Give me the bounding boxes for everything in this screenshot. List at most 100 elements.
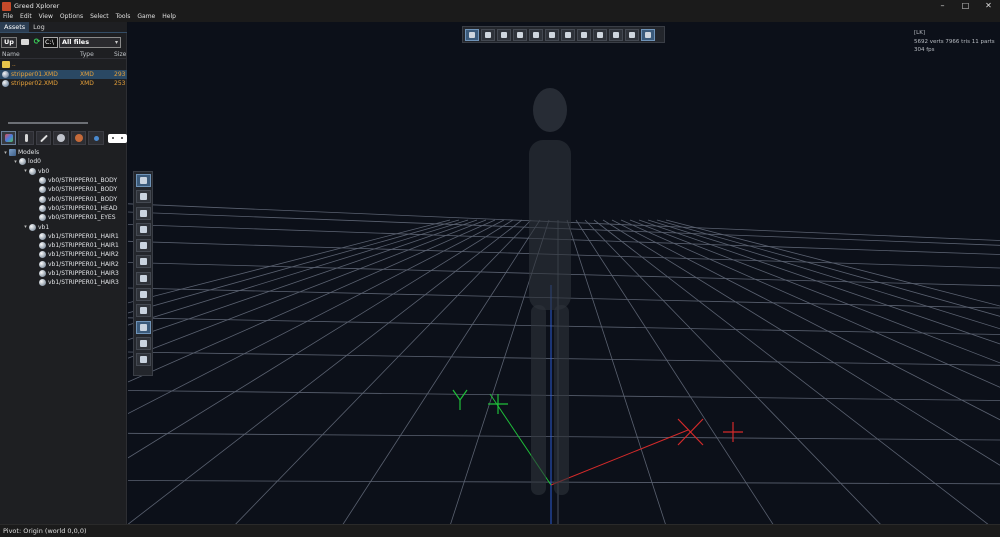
tree-node-label: vb1/STRIPPER01_HAIR3 — [48, 270, 119, 277]
expand-arrow-icon[interactable]: ▾ — [2, 150, 9, 156]
tree-node-label: vb1/STRIPPER01_HAIR2 — [48, 251, 119, 259]
drive-selector[interactable]: C:\ — [43, 36, 58, 48]
menu-bar: File Edit View Options Select Tools Game… — [0, 12, 1000, 22]
scale-button[interactable] — [135, 239, 151, 253]
node-icon — [39, 186, 46, 194]
expand-arrow-icon[interactable]: ▾ — [22, 224, 29, 230]
mesh-icon — [2, 70, 9, 78]
column-type[interactable]: Type — [80, 50, 114, 58]
tree-node[interactable]: vb1/STRIPPER01_HAIR3 — [0, 278, 127, 287]
tab-assets[interactable]: Assets — [0, 22, 30, 32]
cube-button[interactable] — [135, 190, 151, 204]
folder-icon — [2, 61, 10, 69]
3d-viewport[interactable]: [LK] 5692 verts 7966 tris 11 parts 304 f… — [128, 22, 1000, 524]
tree-node[interactable]: vb1/STRIPPER01_HAIR2 — [0, 250, 127, 259]
menu-file[interactable]: File — [3, 12, 13, 22]
tree-node[interactable]: vb0/STRIPPER01_HEAD — [0, 204, 127, 213]
tree-node[interactable]: ▾ vb1 — [0, 222, 127, 231]
grid-line — [128, 219, 460, 314]
tree-node[interactable]: vb0/STRIPPER01_BODY — [0, 185, 127, 194]
tree-node[interactable]: vb1/STRIPPER01_HAIR3 — [0, 269, 127, 278]
menu-select[interactable]: Select — [90, 12, 109, 22]
checker-button[interactable] — [577, 28, 591, 41]
tree-node[interactable]: vb0/STRIPPER01_EYES — [0, 213, 127, 222]
panel-splitter[interactable] — [8, 122, 88, 124]
export-button[interactable] — [641, 28, 655, 41]
textures-tab[interactable] — [70, 131, 87, 145]
grid-button[interactable] — [609, 28, 623, 41]
wireframe-button[interactable] — [593, 28, 607, 41]
color-button[interactable] — [135, 353, 151, 367]
tree-node[interactable]: vb1/STRIPPER01_HAIR1 — [0, 232, 127, 241]
expand-arrow-icon[interactable]: ▾ — [22, 168, 29, 174]
scene-tree: ▾ Models ▾ lod0 ▾ vb0 vb0/STRIPPER01_BODY vb0/S… — [0, 148, 127, 287]
left-panel: Assets Log Up ⟳ C:\ All files ▾ Name Typ… — [0, 22, 128, 524]
file-row-parent[interactable]: .. — [0, 60, 127, 70]
node-icon — [39, 251, 46, 259]
tree-node[interactable]: vb0/STRIPPER01_BODY — [0, 176, 127, 185]
redo-button[interactable] — [135, 304, 151, 318]
tree-node[interactable]: ▾ vb0 — [0, 167, 127, 176]
file-size: 253 — [114, 80, 126, 88]
shade-button[interactable] — [497, 28, 511, 41]
minimize-button[interactable]: – — [931, 0, 954, 12]
redo-icon — [139, 307, 147, 315]
node-icon — [39, 270, 46, 277]
material-button[interactable] — [529, 28, 543, 41]
up-button[interactable]: Up — [1, 36, 17, 48]
file-row[interactable]: stripper01.XMD XMD 293 — [0, 69, 127, 79]
menu-tools[interactable]: Tools — [116, 12, 131, 22]
rotate-button[interactable] — [135, 222, 151, 236]
refresh-icon[interactable]: ⟳ — [32, 37, 42, 48]
preview-tab[interactable] — [88, 131, 104, 145]
screenshot-button[interactable] — [135, 174, 151, 187]
folder-open-icon[interactable] — [20, 37, 30, 48]
light-button[interactable] — [545, 28, 559, 41]
tab-log[interactable]: Log — [29, 22, 49, 32]
node-icon — [39, 279, 46, 287]
sphere-button[interactable] — [481, 28, 495, 41]
menu-view[interactable]: View — [39, 12, 53, 22]
lighting-button[interactable] — [561, 28, 575, 41]
tree-node[interactable]: ▾ Models — [0, 148, 127, 157]
expand-arrow-icon[interactable]: ▾ — [12, 159, 19, 165]
tree-node-label: Models — [18, 149, 40, 157]
transform-button[interactable] — [135, 255, 151, 269]
undo-button[interactable] — [135, 288, 151, 302]
menu-options[interactable]: Options — [60, 12, 83, 22]
sun-button[interactable] — [135, 336, 151, 350]
close-button[interactable]: ✕ — [977, 0, 1000, 12]
menu-edit[interactable]: Edit — [20, 12, 32, 22]
tree-node-label: vb1 — [38, 223, 50, 231]
camera-button[interactable] — [465, 28, 479, 41]
bones-button[interactable] — [625, 28, 639, 41]
app-icon — [2, 1, 11, 11]
file-name: stripper01.XMD — [11, 70, 58, 78]
texture-button[interactable] — [513, 28, 527, 41]
file-list: .. stripper01.XMD XMD 293 stripper02.XMD… — [0, 60, 127, 89]
file-row[interactable]: stripper02.XMD XMD 253 — [0, 79, 127, 89]
column-size[interactable]: Size — [114, 50, 127, 58]
brush-tab[interactable] — [35, 131, 52, 145]
move-button[interactable] — [135, 271, 151, 285]
skeleton-button[interactable] — [135, 206, 151, 220]
color-icon — [139, 356, 147, 364]
grid-line — [611, 219, 1000, 421]
tree-node[interactable]: vb0/STRIPPER01_BODY — [0, 194, 127, 203]
tree-node[interactable]: vb1/STRIPPER01_HAIR2 — [0, 260, 127, 269]
menu-help[interactable]: Help — [162, 12, 176, 22]
view-toggle[interactable] — [107, 133, 128, 143]
screenshot-icon — [139, 177, 147, 184]
tree-node[interactable]: ▾ lod0 — [0, 157, 127, 166]
menu-game[interactable]: Game — [137, 12, 155, 22]
materials-tab[interactable] — [53, 131, 69, 145]
scene-tree-tab[interactable] — [1, 131, 17, 145]
undo-icon — [139, 291, 147, 299]
column-name[interactable]: Name — [0, 50, 80, 58]
file-filter-select[interactable]: All files ▾ — [59, 36, 121, 48]
grid-line — [128, 219, 523, 524]
skeleton-tab[interactable] — [18, 131, 34, 145]
axis-button[interactable] — [135, 320, 151, 334]
maximize-button[interactable]: □ — [954, 0, 977, 12]
tree-node[interactable]: vb1/STRIPPER01_HAIR1 — [0, 241, 127, 250]
